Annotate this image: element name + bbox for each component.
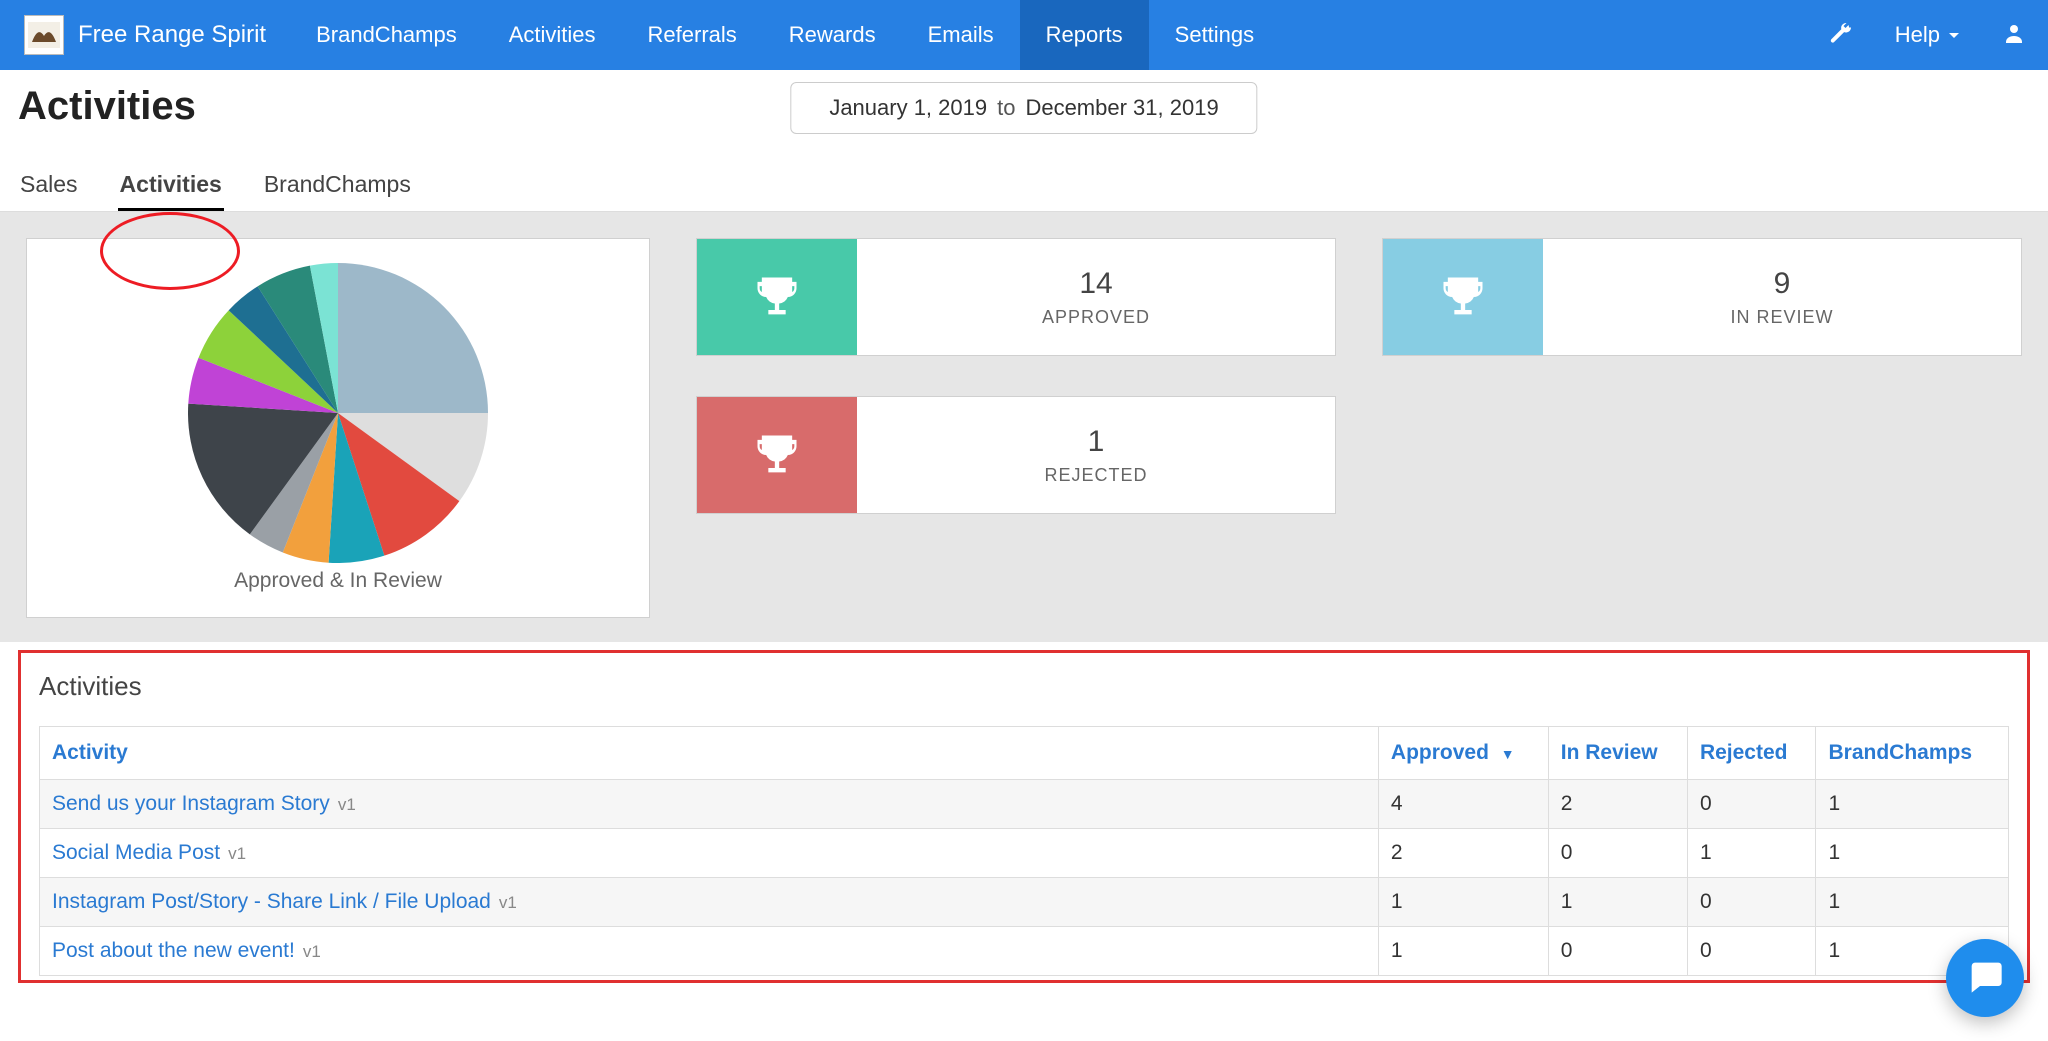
stat-value: 1: [1088, 425, 1105, 459]
col-activity[interactable]: Activity: [40, 727, 1379, 780]
stat-value: 9: [1774, 267, 1791, 301]
chart-card: Approved & In Review: [26, 238, 650, 618]
nav-items: BrandChampsActivitiesReferralsRewardsEma…: [290, 0, 1280, 70]
page-header: Activities January 1, 2019 to December 3…: [0, 70, 2048, 212]
activity-link[interactable]: Post about the new event!: [52, 939, 295, 962]
sub-tabs: Sales Activities BrandChamps: [18, 165, 2030, 211]
activity-version: v1: [228, 844, 246, 863]
cell: 2: [1548, 780, 1687, 829]
date-from: January 1, 2019: [829, 95, 987, 121]
cell: 2: [1378, 829, 1548, 878]
table-row: Social Media Postv12011: [40, 829, 2009, 878]
nav-item-referrals[interactable]: Referrals: [622, 0, 763, 70]
chat-fab[interactable]: [1946, 939, 2024, 1017]
stat-label: APPROVED: [1042, 307, 1150, 328]
chevron-down-icon: [1948, 22, 1960, 48]
stat-card-in-review[interactable]: 9 IN REVIEW: [1382, 238, 2022, 356]
col-rejected[interactable]: Rejected: [1687, 727, 1816, 780]
stat-card-approved[interactable]: 14 APPROVED: [696, 238, 1336, 356]
stat-card-rejected[interactable]: 1 REJECTED: [696, 396, 1336, 514]
wrench-icon: [1829, 21, 1853, 50]
col-approved[interactable]: Approved ▼: [1378, 727, 1548, 780]
nav-item-brandchamps[interactable]: BrandChamps: [290, 0, 483, 70]
chat-icon: [1965, 956, 2005, 1001]
nav-item-emails[interactable]: Emails: [902, 0, 1020, 70]
activity-version: v1: [338, 795, 356, 814]
activities-title: Activities: [39, 671, 2009, 702]
activity-version: v1: [303, 942, 321, 961]
activity-version: v1: [499, 893, 517, 912]
nav-item-settings[interactable]: Settings: [1149, 0, 1281, 70]
tab-brandchamps[interactable]: BrandChamps: [262, 165, 413, 211]
cell: 1: [1378, 927, 1548, 976]
cell: 0: [1548, 829, 1687, 878]
cell: 0: [1687, 780, 1816, 829]
trophy-icon: [697, 397, 857, 513]
activity-link[interactable]: Social Media Post: [52, 841, 220, 864]
date-to-word: to: [997, 95, 1015, 121]
col-in-review[interactable]: In Review: [1548, 727, 1687, 780]
trophy-icon: [697, 239, 857, 355]
stat-label: IN REVIEW: [1730, 307, 1833, 328]
brand-logo-icon: [24, 15, 64, 55]
activities-table: ActivityApproved ▼In ReviewRejectedBrand…: [39, 726, 2009, 976]
cell: 1: [1816, 878, 2009, 927]
cell: 4: [1378, 780, 1548, 829]
pie-slice[interactable]: [338, 263, 488, 413]
tools-button[interactable]: [1807, 0, 1875, 70]
stat-column-right: 9 IN REVIEW: [1382, 238, 2022, 356]
cell: 1: [1816, 829, 2009, 878]
tab-sales[interactable]: Sales: [18, 165, 80, 211]
col-brandchamps[interactable]: BrandChamps: [1816, 727, 2009, 780]
user-icon: [2002, 21, 2026, 50]
stat-column-left: 14 APPROVED 1 REJECTED: [696, 238, 1336, 514]
activity-link[interactable]: Send us your Instagram Story: [52, 792, 330, 815]
chart-caption: Approved & In Review: [234, 569, 442, 593]
pie-chart: [188, 263, 488, 563]
table-row: Send us your Instagram Story v1 4201: [40, 780, 2009, 829]
trophy-icon: [1383, 239, 1543, 355]
nav-right: Help: [1807, 0, 2048, 70]
help-menu[interactable]: Help: [1875, 0, 1980, 70]
cell: 0: [1687, 878, 1816, 927]
brand-name: Free Range Spirit: [78, 21, 266, 49]
user-menu[interactable]: [1980, 0, 2048, 70]
cell: 0: [1687, 927, 1816, 976]
brand[interactable]: Free Range Spirit: [0, 0, 290, 70]
cell: 1: [1816, 780, 2009, 829]
top-nav: Free Range Spirit BrandChampsActivitiesR…: [0, 0, 2048, 70]
nav-item-activities[interactable]: Activities: [483, 0, 622, 70]
table-header-row: ActivityApproved ▼In ReviewRejectedBrand…: [40, 727, 2009, 780]
stat-label: REJECTED: [1044, 465, 1147, 486]
activity-link[interactable]: Instagram Post/Story - Share Link / File…: [52, 890, 491, 913]
help-label: Help: [1895, 22, 1940, 48]
table-body: Send us your Instagram Storyv14201Social…: [40, 780, 2009, 976]
tab-activities[interactable]: Activities: [118, 165, 224, 211]
nav-item-rewards[interactable]: Rewards: [763, 0, 902, 70]
nav-item-reports[interactable]: Reports: [1020, 0, 1149, 70]
cell: 1: [1548, 878, 1687, 927]
activities-panel: Activities ActivityApproved ▼In ReviewRe…: [18, 650, 2030, 983]
date-to: December 31, 2019: [1025, 95, 1218, 121]
stat-value: 14: [1079, 267, 1112, 301]
cell: 0: [1548, 927, 1687, 976]
cell: 1: [1378, 878, 1548, 927]
date-range-picker[interactable]: January 1, 2019 to December 31, 2019: [790, 82, 1257, 134]
table-row: Instagram Post/Story - Share Link / File…: [40, 878, 2009, 927]
dashboard: Approved & In Review 14 APPROVED 1 REJEC…: [0, 212, 2048, 642]
table-row: Post about the new event!v11001: [40, 927, 2009, 976]
sort-desc-icon: ▼: [1501, 746, 1515, 762]
cell: 1: [1687, 829, 1816, 878]
